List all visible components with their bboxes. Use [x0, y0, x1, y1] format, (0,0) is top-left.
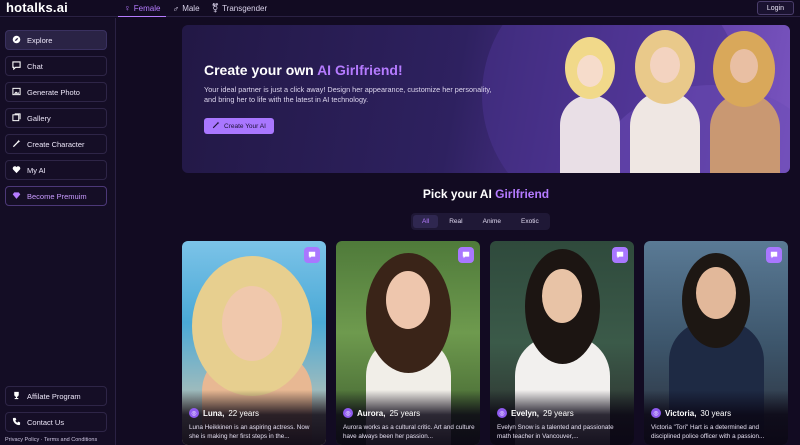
character-age: 30 years	[700, 408, 732, 418]
hero-description: Your ideal partner is just a click away!…	[204, 85, 492, 104]
character-card-evelyn[interactable]: ◎ Evelyn, 29 years Evelyn Snow is a tale…	[490, 241, 634, 445]
verified-badge-icon: ◎	[343, 408, 353, 418]
filter-anime[interactable]: Anime	[474, 215, 510, 228]
filter-exotic[interactable]: Exotic	[512, 215, 548, 228]
character-card-victoria[interactable]: ◎ Victoria, 30 years Victoria "Tori" Har…	[644, 241, 788, 445]
character-description: Aurora works as a cultural critic. Art a…	[343, 424, 475, 440]
section-title: Pick your AI Girlfriend	[422, 187, 550, 201]
character-name: Luna,	[203, 408, 225, 418]
verified-badge-icon: ◎	[497, 408, 507, 418]
tab-female[interactable]: ♀ Female	[118, 0, 167, 17]
verified-badge-icon: ◎	[651, 408, 661, 418]
image-icon	[12, 87, 21, 98]
gender-tabs: ♀ Female ♂ Male ⚧ Transgender	[118, 0, 273, 17]
character-name: Aurora,	[357, 408, 386, 418]
character-description: Evelyn Snow is a talented and passionate…	[497, 424, 614, 440]
sidebar-item-chat[interactable]: Chat	[5, 56, 107, 76]
character-description: Luna Heikkinen is an aspiring actress. N…	[189, 424, 310, 440]
chat-icon[interactable]	[458, 247, 474, 263]
create-your-ai-button[interactable]: Create Your AI	[204, 118, 274, 134]
category-filters: All Real Anime Exotic	[411, 213, 550, 230]
hero-banner: Create your own AI Girlfriend! Your idea…	[182, 25, 790, 173]
hero-title: Create your own AI Girlfriend!	[204, 62, 403, 78]
footer-links[interactable]: Privacy Policy · Terms and Conditions	[5, 437, 97, 443]
compass-icon	[12, 35, 21, 46]
sidebar-item-my-ai[interactable]: My AI	[5, 160, 107, 180]
transgender-icon: ⚧	[211, 3, 220, 13]
character-name: Evelyn,	[511, 408, 540, 418]
sidebar-item-generate-photo[interactable]: Generate Photo	[5, 82, 107, 102]
logo[interactable]: hotalks.ai	[6, 0, 68, 15]
character-name: Victoria,	[665, 408, 697, 418]
heart-icon	[12, 165, 21, 176]
top-bar: hotalks.ai ♀ Female ♂ Male ⚧ Transgender…	[0, 0, 800, 17]
wand-icon	[212, 121, 220, 131]
sidebar-item-become-premium[interactable]: Become Premuim	[5, 186, 107, 206]
filter-all[interactable]: All	[413, 215, 439, 228]
gallery-icon	[12, 112, 21, 124]
chat-icon[interactable]	[304, 247, 320, 263]
character-age: 25 years	[389, 408, 421, 418]
male-icon: ♂	[172, 3, 180, 14]
sidebar-item-contact-us[interactable]: Contact Us	[5, 412, 107, 432]
diamond-icon	[12, 191, 21, 202]
sidebar: Explore Chat Generate Photo Gallery Crea…	[0, 18, 116, 445]
character-age: 22 years	[228, 408, 260, 418]
verified-badge-icon: ◎	[189, 408, 199, 418]
sidebar-item-create-character[interactable]: Create Character	[5, 134, 107, 154]
hero-characters-image	[550, 25, 790, 173]
chat-icon	[12, 60, 21, 72]
character-description: Victoria "Tori" Hart is a determined and…	[651, 424, 765, 440]
character-age: 29 years	[543, 408, 574, 418]
chat-icon[interactable]	[766, 247, 782, 263]
wand-icon	[12, 139, 21, 150]
phone-icon	[12, 417, 21, 428]
trophy-icon	[12, 391, 21, 402]
filter-real[interactable]: Real	[440, 215, 471, 228]
tab-transgender[interactable]: ⚧ Transgender	[206, 0, 274, 17]
sidebar-item-gallery[interactable]: Gallery	[5, 108, 107, 128]
chat-icon[interactable]	[612, 247, 628, 263]
sidebar-item-explore[interactable]: Explore	[5, 30, 107, 50]
tab-male[interactable]: ♂ Male	[166, 0, 205, 17]
character-card-aurora[interactable]: ◎ Aurora, 25 years Aurora works as a cul…	[336, 241, 480, 445]
login-button[interactable]: Login	[756, 1, 794, 15]
sidebar-item-affiliate-program[interactable]: Affilate Program	[5, 386, 107, 406]
character-card-luna[interactable]: ◎ Luna, 22 years Luna Heikkinen is an as…	[182, 241, 326, 445]
female-icon: ♀	[124, 3, 131, 13]
